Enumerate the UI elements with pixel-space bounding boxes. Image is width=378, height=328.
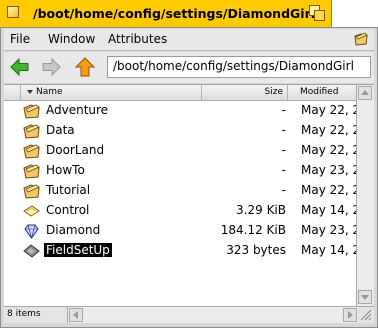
file-list: Name Size Modified Adventure - May 22, 2… [4, 84, 356, 306]
file-size: - [281, 123, 286, 137]
resize-grip-icon[interactable] [358, 308, 372, 321]
file-row[interactable]: HowTo - May 23, 20 [4, 161, 356, 181]
file-size: - [281, 183, 286, 197]
file-name: Diamond [46, 223, 101, 237]
forward-arrow-icon[interactable] [40, 56, 62, 78]
file-row[interactable]: Tutorial - May 22, 20 [4, 181, 356, 201]
file-name: FieldSetUp [44, 243, 112, 257]
window-title: /boot/home/config/settings/DiamondGirl [33, 6, 316, 21]
file-modified: May 23, 20 [301, 223, 356, 237]
file-modified: May 22, 20 [301, 183, 356, 197]
column-spacer [4, 85, 21, 100]
scroll-up-button[interactable] [358, 86, 372, 100]
status-bar: 8 items [4, 306, 374, 323]
file-size: 323 bytes [226, 243, 286, 257]
file-row[interactable]: Data - May 22, 20 [4, 121, 356, 141]
file-size: - [281, 143, 286, 157]
file-modified: May 23, 20 [301, 163, 356, 177]
horizontal-scrollbar[interactable] [67, 307, 358, 323]
tracker-folder-icon[interactable] [353, 31, 369, 47]
zoom-icon-front [314, 10, 325, 21]
file-name: DoorLand [46, 143, 105, 157]
file-modified: May 14, 20 [301, 243, 356, 257]
column-name-label: Name [36, 87, 63, 97]
path-input[interactable]: /boot/home/config/settings/DiamondGirl [107, 56, 371, 78]
parent-folder-arrow-icon[interactable] [74, 56, 96, 78]
folder-icon [23, 184, 40, 199]
scroll-down-button[interactable] [358, 290, 372, 304]
folder-icon [23, 104, 40, 119]
file-size: - [281, 163, 286, 177]
close-button[interactable] [7, 6, 19, 18]
window-tab[interactable]: /boot/home/config/settings/DiamondGirl [0, 0, 332, 27]
column-size-label: Size [264, 87, 283, 97]
folder-icon [23, 124, 40, 139]
file-row[interactable]: Adventure - May 22, 20 [4, 101, 356, 121]
column-size[interactable]: Size [201, 85, 288, 100]
settings-file-icon [23, 205, 40, 217]
file-modified: May 14, 20 [301, 203, 356, 217]
file-name: Data [46, 123, 75, 137]
item-count: 8 items [7, 309, 41, 319]
file-size: 184.12 KiB [220, 223, 286, 237]
column-modified[interactable]: Modified [292, 85, 356, 100]
zoom-button[interactable] [309, 5, 326, 22]
file-modified: May 22, 20 [301, 123, 356, 137]
diamond-file-icon [24, 224, 39, 239]
file-name: Tutorial [46, 183, 91, 197]
file-row[interactable]: Control 3.29 KiB May 14, 20 [4, 201, 356, 221]
menu-file[interactable]: File [10, 32, 30, 46]
navigation-toolbar: /boot/home/config/settings/DiamondGirl [4, 52, 374, 83]
file-size: 3.29 KiB [236, 203, 286, 217]
file-name: Adventure [46, 103, 109, 117]
generic-file-icon [23, 244, 40, 258]
file-row-selected[interactable]: FieldSetUp 323 bytes May 14, 20 [4, 241, 356, 261]
menu-window[interactable]: Window [48, 32, 95, 46]
menu-bar: File Window Attributes [4, 29, 374, 51]
sort-indicator-icon [27, 90, 33, 94]
file-modified: May 22, 20 [301, 103, 356, 117]
arrow-up-icon [361, 90, 369, 95]
vertical-scrollbar[interactable] [356, 84, 374, 306]
arrow-down-icon [361, 295, 369, 300]
scroll-left-button[interactable] [69, 308, 83, 322]
file-name: Control [46, 203, 90, 217]
file-modified: May 22, 20 [301, 143, 356, 157]
column-header: Name Size Modified [4, 85, 356, 101]
arrow-right-icon [348, 311, 353, 319]
arrow-left-icon [73, 311, 78, 319]
column-modified-label: Modified [300, 87, 339, 97]
file-size: - [281, 103, 286, 117]
file-row[interactable]: DoorLand - May 22, 20 [4, 141, 356, 161]
file-name: HowTo [46, 163, 85, 177]
folder-icon [23, 164, 40, 179]
folder-icon [23, 144, 40, 159]
back-arrow-icon[interactable] [9, 56, 31, 78]
menu-attributes[interactable]: Attributes [108, 32, 167, 46]
file-row[interactable]: Diamond 184.12 KiB May 23, 20 [4, 221, 356, 241]
scroll-right-button[interactable] [343, 308, 357, 322]
